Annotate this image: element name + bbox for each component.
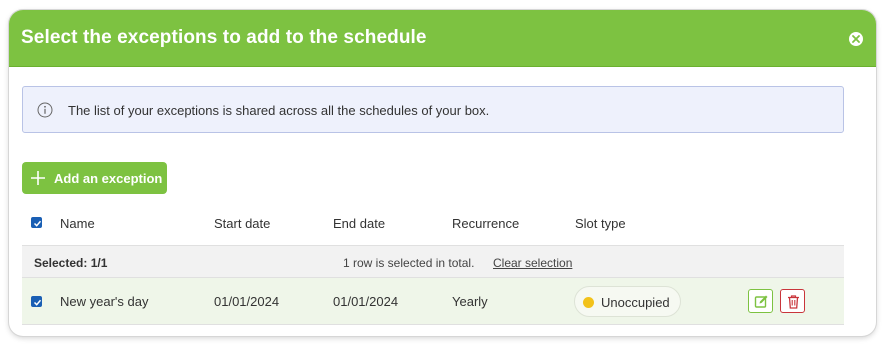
column-header-slot-type[interactable]: Slot type bbox=[575, 216, 626, 231]
exceptions-dialog: Select the exceptions to add to the sche… bbox=[9, 10, 876, 336]
row-name: New year's day bbox=[60, 294, 149, 309]
trash-icon bbox=[788, 295, 799, 309]
slot-type-label: Unoccupied bbox=[601, 295, 670, 310]
table-row[interactable]: New year's day 01/01/2024 01/01/2024 Yea… bbox=[22, 278, 844, 325]
info-banner: The list of your exceptions is shared ac… bbox=[22, 86, 844, 133]
column-header-end-date[interactable]: End date bbox=[333, 216, 385, 231]
row-start-date: 01/01/2024 bbox=[214, 294, 280, 309]
delete-button[interactable] bbox=[780, 289, 805, 313]
select-all-checkbox[interactable] bbox=[31, 217, 42, 228]
column-header-recurrence[interactable]: Recurrence bbox=[452, 216, 519, 231]
close-icon bbox=[852, 35, 860, 43]
info-text: The list of your exceptions is shared ac… bbox=[68, 103, 490, 118]
add-exception-button[interactable]: Add an exception bbox=[22, 162, 167, 194]
info-icon bbox=[37, 102, 53, 118]
selection-info: 1 row is selected in total. bbox=[343, 256, 475, 270]
table-header-row: Name Start date End date Recurrence Slot… bbox=[22, 204, 844, 245]
row-recurrence: Yearly bbox=[452, 294, 488, 309]
edit-icon bbox=[754, 295, 768, 308]
add-exception-label: Add an exception bbox=[54, 171, 163, 186]
column-header-start-date[interactable]: Start date bbox=[214, 216, 270, 231]
dialog-title: Select the exceptions to add to the sche… bbox=[21, 27, 427, 48]
selected-count: Selected: 1/1 bbox=[34, 256, 108, 270]
selection-summary-row: Selected: 1/1 1 row is selected in total… bbox=[22, 245, 844, 278]
row-checkbox[interactable] bbox=[31, 296, 42, 307]
dialog-header: Select the exceptions to add to the sche… bbox=[9, 10, 876, 67]
plus-icon bbox=[31, 171, 45, 185]
check-icon bbox=[33, 220, 42, 227]
row-end-date: 01/01/2024 bbox=[333, 294, 399, 309]
slot-status-dot bbox=[583, 297, 594, 308]
check-icon bbox=[33, 299, 42, 306]
exceptions-table: Name Start date End date Recurrence Slot… bbox=[22, 204, 844, 325]
slot-type-badge: Unoccupied bbox=[574, 286, 681, 317]
column-header-name[interactable]: Name bbox=[60, 216, 95, 231]
edit-button[interactable] bbox=[748, 289, 773, 313]
close-button[interactable] bbox=[849, 32, 863, 46]
clear-selection-link[interactable]: Clear selection bbox=[493, 256, 572, 270]
